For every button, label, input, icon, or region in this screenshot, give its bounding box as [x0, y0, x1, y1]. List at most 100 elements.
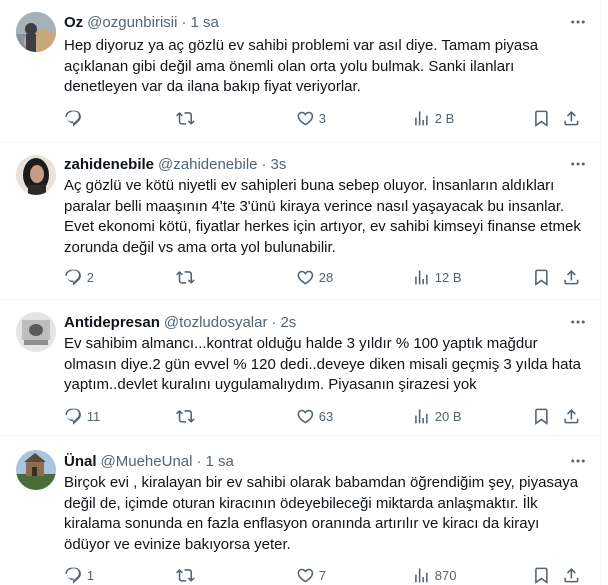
views-button[interactable]: 870 [412, 565, 456, 585]
tweet-feed: Oz @ozgunbirisii · 1 sa Hep diyoruz ya a… [0, 0, 600, 585]
bookmark-button[interactable] [532, 565, 551, 585]
more-options-icon[interactable] [568, 154, 588, 174]
like-button[interactable]: 3 [296, 108, 326, 128]
avatar[interactable] [16, 450, 56, 490]
reply-count: 1 [86, 567, 94, 583]
tweet-actions: 3 2 B [56, 108, 588, 128]
tweet-text: Ev sahibim almancı...kontrat olduğu hald… [64, 335, 581, 393]
retweet-icon [176, 111, 195, 125]
retweet-button[interactable] [176, 565, 199, 585]
bookmark-icon [535, 269, 548, 286]
timestamp[interactable]: 1 sa [205, 453, 233, 470]
share-icon [564, 269, 579, 285]
bookmark-icon [535, 110, 548, 127]
user-handle[interactable]: @ozgunbirisii [87, 14, 177, 31]
views-chart-icon [415, 408, 428, 424]
bookmark-button[interactable] [532, 406, 551, 426]
like-button[interactable]: 7 [296, 565, 326, 585]
bookmark-icon [535, 408, 548, 425]
like-button[interactable]: 28 [296, 267, 333, 287]
tweet-header: zahidenebile @zahidenebile · 3s [64, 154, 560, 174]
views-count: 20 B [434, 408, 462, 424]
reply-button[interactable]: 2 [64, 267, 94, 287]
share-button[interactable] [562, 267, 581, 287]
tweet-text: Aç gözlü ve kötü niyetli ev sahipleri bu… [64, 177, 581, 256]
avatar[interactable] [16, 12, 56, 52]
views-button[interactable]: 2 B [412, 108, 454, 128]
tweet-item[interactable]: Oz @ozgunbirisii · 1 sa Hep diyoruz ya a… [0, 0, 600, 143]
tweet-header: Antidepresan @tozludosyalar · 2s [64, 312, 560, 332]
heart-icon [297, 409, 314, 424]
more-options-icon[interactable] [568, 451, 588, 471]
heart-icon [297, 111, 314, 126]
display-name[interactable]: Antidepresan [64, 314, 160, 331]
tweet-item[interactable]: zahidenebile @zahidenebile · 3s Aç gözlü… [0, 143, 600, 300]
like-count: 3 [318, 110, 326, 126]
like-button[interactable]: 63 [296, 406, 333, 426]
user-handle[interactable]: @zahidenebile [158, 156, 257, 173]
reply-icon [65, 567, 81, 584]
like-count: 28 [318, 269, 334, 285]
display-name[interactable]: zahidenebile [64, 156, 154, 173]
retweet-button[interactable] [176, 406, 199, 426]
column-divider [600, 0, 601, 585]
bookmark-button[interactable] [532, 108, 551, 128]
separator-dot: · [261, 155, 267, 173]
more-options-icon[interactable] [568, 312, 588, 332]
tweet-text: Birçok evi , kiralayan bir ev sahibi ola… [64, 474, 579, 553]
tweet-item[interactable]: Antidepresan @tozludosyalar · 2s Ev sahi… [0, 300, 600, 436]
views-chart-icon [415, 269, 428, 285]
reply-count: 11 [86, 408, 101, 424]
retweet-icon [176, 409, 195, 423]
heart-icon [297, 568, 314, 583]
reply-button[interactable]: 1 [64, 565, 94, 585]
reply-icon [65, 269, 81, 286]
views-count: 12 B [434, 269, 462, 285]
tweet-header: Oz @ozgunbirisii · 1 sa [64, 12, 560, 32]
reply-count: 2 [86, 269, 94, 285]
tweet-header: Ünal @MueheUnal · 1 sa [64, 451, 560, 471]
separator-dot: · [196, 452, 202, 470]
avatar[interactable] [16, 155, 56, 195]
reply-button[interactable]: 11 [64, 406, 100, 426]
bookmark-button[interactable] [532, 267, 551, 287]
tweet-actions: 2 28 12 B [56, 267, 588, 287]
share-icon [564, 408, 579, 424]
display-name[interactable]: Oz [64, 14, 83, 31]
views-chart-icon [415, 110, 428, 126]
views-count: 2 B [434, 110, 455, 126]
like-count: 7 [318, 567, 326, 583]
tweet-text: Hep diyoruz ya aç gözlü ev sahibi proble… [64, 37, 539, 95]
separator-dot: · [271, 313, 277, 331]
views-button[interactable]: 20 B [412, 406, 462, 426]
reply-button[interactable] [64, 108, 87, 128]
user-handle[interactable]: @tozludosyalar [164, 314, 268, 331]
share-button[interactable] [562, 565, 581, 585]
like-count: 63 [318, 408, 334, 424]
tweet-item[interactable]: Ünal @MueheUnal · 1 sa Birçok evi , kira… [0, 436, 600, 585]
share-icon [564, 567, 579, 583]
tweet-actions: 1 7 870 [56, 565, 588, 585]
bookmark-icon [535, 567, 548, 584]
views-button[interactable]: 12 B [412, 267, 462, 287]
retweet-icon [176, 270, 195, 284]
timestamp[interactable]: 1 sa [190, 14, 218, 31]
more-options-icon[interactable] [568, 12, 588, 32]
timestamp[interactable]: 2s [280, 314, 296, 331]
separator-dot: · [181, 13, 187, 31]
share-icon [564, 110, 579, 126]
reply-icon [65, 110, 81, 127]
share-button[interactable] [562, 406, 581, 426]
user-handle[interactable]: @MueheUnal [101, 453, 193, 470]
retweet-icon [176, 568, 195, 582]
retweet-button[interactable] [176, 108, 199, 128]
timestamp[interactable]: 3s [271, 156, 287, 173]
reply-icon [65, 408, 81, 425]
display-name[interactable]: Ünal [64, 453, 97, 470]
heart-icon [297, 270, 314, 285]
views-count: 870 [434, 567, 457, 583]
retweet-button[interactable] [176, 267, 199, 287]
share-button[interactable] [562, 108, 581, 128]
views-chart-icon [415, 567, 428, 583]
avatar[interactable] [16, 312, 56, 352]
